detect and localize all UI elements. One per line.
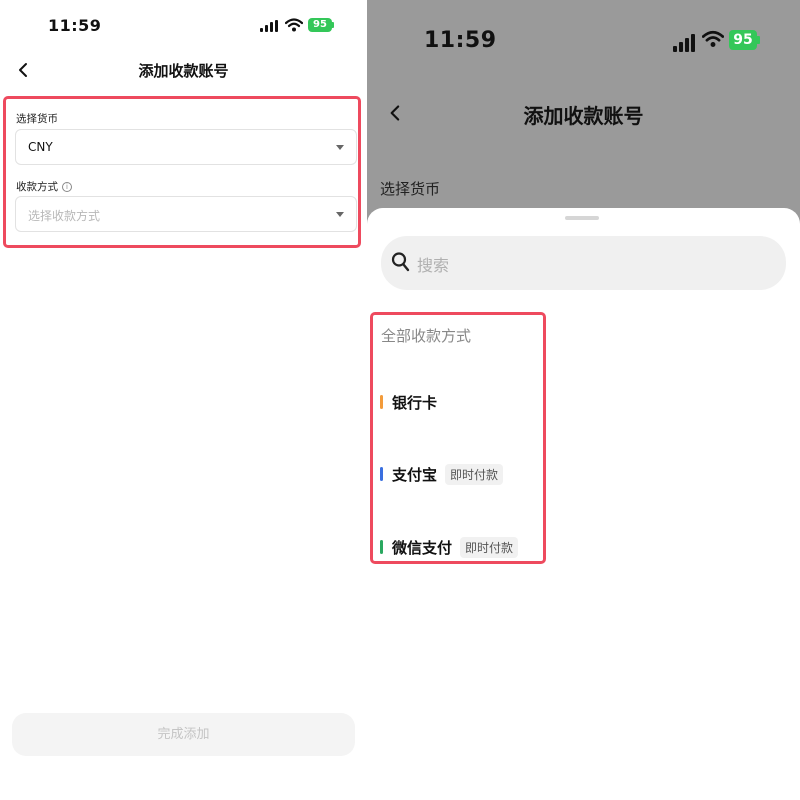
sheet-drag-handle[interactable] xyxy=(565,216,599,220)
chevron-down-icon xyxy=(336,212,344,217)
battery-tip xyxy=(757,36,760,44)
status-time: 11:59 xyxy=(48,16,102,35)
currency-label-text: 选择货币 xyxy=(16,113,58,125)
wifi-icon xyxy=(285,18,303,32)
section-title: 全部收款方式 xyxy=(381,327,472,345)
battery-icon: 95 xyxy=(308,18,332,32)
search-input[interactable]: 搜索 xyxy=(381,236,786,290)
page-title: 添加收款账号 xyxy=(523,104,644,128)
nav-bar: 添加收款账号 xyxy=(367,96,800,128)
method-list-highlight-box: 全部收款方式 银行卡 支付宝 即时付款 微信支付 即时付款 xyxy=(370,312,546,564)
method-item-wechat-pay[interactable]: 微信支付 即时付款 xyxy=(380,535,519,559)
method-item-bank-card[interactable]: 银行卡 xyxy=(380,390,437,414)
currency-value: CNY xyxy=(28,140,53,154)
method-name: 银行卡 xyxy=(392,393,438,412)
payment-method-sheet: 搜索 全部收款方式 银行卡 支付宝 即时付款 微信支付 即时付款 xyxy=(367,208,800,800)
form-highlight-box: 选择货币 CNY 收款方式 i 选择收款方式 xyxy=(3,96,361,248)
info-icon[interactable]: i xyxy=(62,181,72,192)
currency-select[interactable]: CNY xyxy=(15,129,357,165)
method-color-bar xyxy=(380,540,383,554)
instant-pay-badge: 即时付款 xyxy=(445,463,504,485)
search-placeholder: 搜索 xyxy=(417,256,450,275)
battery-icon: 95 xyxy=(729,30,757,50)
method-select[interactable]: 选择收款方式 xyxy=(15,196,357,232)
chevron-down-icon xyxy=(336,145,344,150)
complete-add-button[interactable]: 完成添加 xyxy=(12,713,355,756)
right-screen: 11:59 95 添加收款账号 选择货币 搜索 全部收款方式 银行卡 支付宝 即… xyxy=(367,0,800,800)
method-label-text: 收款方式 xyxy=(16,181,58,193)
signal-icon xyxy=(260,20,278,32)
method-color-bar xyxy=(380,467,383,481)
method-item-alipay[interactable]: 支付宝 即时付款 xyxy=(380,462,504,486)
page-title: 添加收款账号 xyxy=(138,62,229,80)
instant-pay-badge: 即时付款 xyxy=(460,536,519,558)
signal-icon xyxy=(673,34,695,52)
method-label: 收款方式 i xyxy=(16,179,72,194)
currency-label: 选择货币 xyxy=(380,180,441,198)
wifi-icon xyxy=(702,30,724,47)
left-screen: 11:59 95 添加收款账号 选择货币 CNY 收款方式 i 选择收款方式 完… xyxy=(0,0,367,800)
battery-tip xyxy=(332,22,334,28)
status-bar: 11:59 95 xyxy=(0,14,367,38)
nav-bar: 添加收款账号 xyxy=(0,56,367,84)
currency-label: 选择货币 xyxy=(16,111,58,126)
method-color-bar xyxy=(380,395,383,409)
status-time: 11:59 xyxy=(424,28,497,53)
method-name: 微信支付 xyxy=(392,538,453,557)
method-placeholder: 选择收款方式 xyxy=(28,209,101,223)
status-bar: 11:59 95 xyxy=(367,26,800,58)
search-icon xyxy=(391,252,410,272)
method-name: 支付宝 xyxy=(392,465,438,484)
